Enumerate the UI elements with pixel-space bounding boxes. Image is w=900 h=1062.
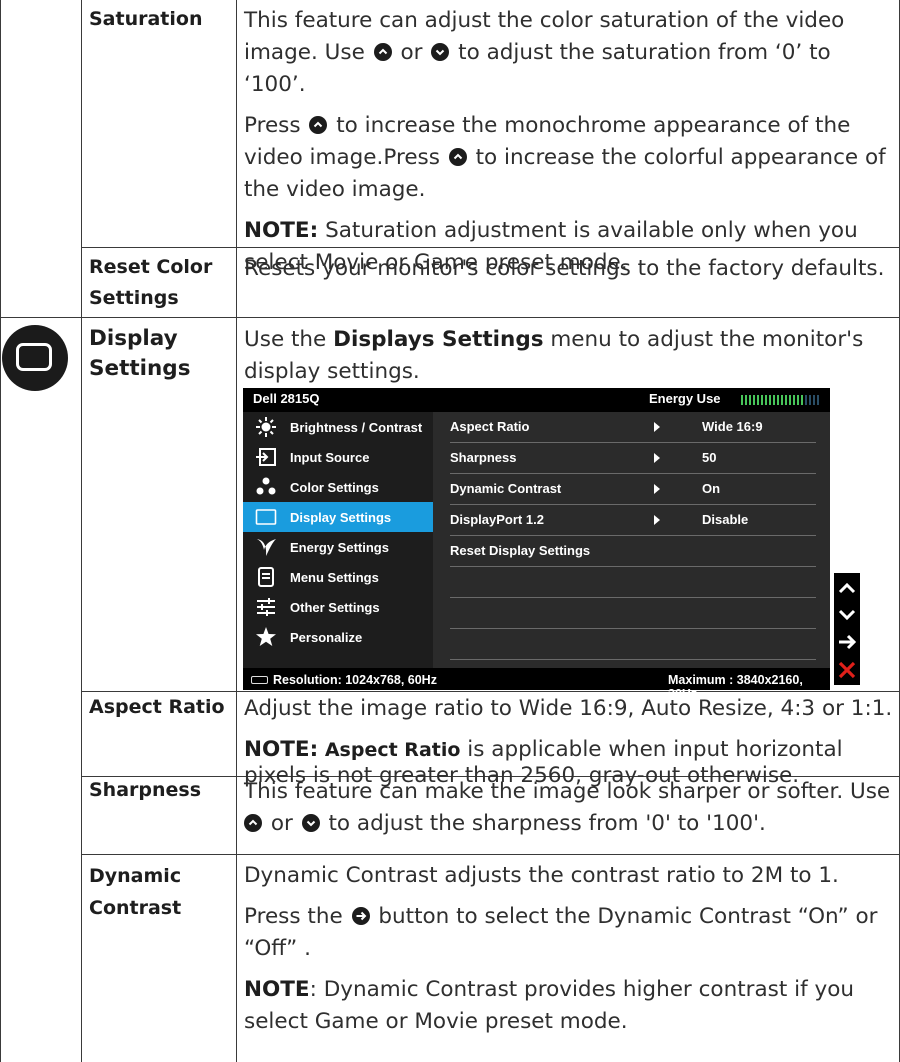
empty-row	[450, 629, 816, 660]
energy-meter-tick	[813, 395, 815, 405]
dynamic-contrast-description: Dynamic Contrast adjusts the contrast ra…	[244, 863, 878, 1034]
display-settings-icon	[2, 325, 68, 391]
energy-meter-tick	[769, 395, 771, 405]
saturation-description: This feature can adjust the color satura…	[244, 8, 886, 275]
energy-meter-tick	[789, 395, 791, 405]
display-icon	[255, 509, 277, 525]
energy-meter-tick	[753, 395, 755, 405]
setting-dynamic-contrast[interactable]: Dynamic Contrast On	[450, 474, 816, 505]
caret-right-icon	[654, 515, 660, 525]
caret-right-icon	[654, 484, 660, 494]
energy-meter-tick	[761, 395, 763, 405]
close-icon[interactable]	[834, 657, 860, 683]
menu-item-input-source[interactable]: Input Source	[243, 442, 433, 472]
setting-reset-display[interactable]: Reset Display Settings	[450, 536, 816, 567]
menu-item-energy-settings[interactable]: Energy Settings	[243, 532, 433, 562]
color-settings-icon	[256, 477, 276, 495]
down-button-icon	[431, 43, 450, 61]
resolution-text: Resolution: 1024x768, 60Hz	[273, 673, 437, 687]
reset-color-description: Resets your monitor's color settings to …	[244, 256, 885, 281]
input-source-icon	[256, 448, 276, 466]
table-border	[81, 0, 82, 1062]
connector-icon	[251, 676, 268, 684]
menu-item-brightness-contrast[interactable]: Brightness / Contrast	[243, 412, 433, 442]
setting-sharpness[interactable]: Sharpness 50	[450, 443, 816, 474]
row-label-saturation: Saturation	[89, 8, 203, 30]
osd-nav-buttons	[834, 573, 860, 685]
row-label-aspect-ratio: Aspect Ratio	[89, 696, 225, 718]
row-divider	[81, 854, 900, 855]
sliders-icon	[257, 598, 275, 616]
menu-item-other-settings[interactable]: Other Settings	[243, 592, 433, 622]
sharpness-description: This feature can make the image look sha…	[244, 779, 891, 836]
osd-title: Dell 2815Q	[253, 391, 320, 406]
row-label-dynamic-contrast: Dynamic Contrast	[89, 865, 182, 919]
energy-use-meter	[741, 395, 823, 405]
up-button-icon	[448, 148, 467, 166]
up-button-icon	[309, 116, 328, 134]
up-icon[interactable]	[834, 575, 860, 601]
right-arrow-icon[interactable]	[834, 629, 860, 655]
up-button-icon	[373, 43, 392, 61]
menu-item-menu-settings[interactable]: Menu Settings	[243, 562, 433, 592]
energy-meter-tick	[809, 395, 811, 405]
leaf-icon	[257, 539, 276, 556]
energy-meter-tick	[749, 395, 751, 405]
setting-displayport[interactable]: DisplayPort 1.2 Disable	[450, 505, 816, 536]
row-label-reset-color-settings: Reset Color Settings	[89, 256, 213, 309]
menu-item-color-settings[interactable]: Color Settings	[243, 472, 433, 502]
energy-meter-tick	[777, 395, 779, 405]
energy-use-label: Energy Use	[649, 391, 721, 406]
caret-right-icon	[654, 422, 660, 432]
menu-icon	[258, 567, 274, 587]
down-button-icon	[301, 814, 320, 832]
caret-right-icon	[654, 453, 660, 463]
up-button-icon	[244, 814, 262, 832]
energy-meter-tick	[741, 395, 743, 405]
energy-meter-tick	[757, 395, 759, 405]
row-label-sharpness: Sharpness	[89, 779, 202, 801]
energy-meter-tick	[797, 395, 799, 405]
display-settings-description: Use the Displays Settings menu to adjust…	[244, 327, 864, 384]
energy-meter-tick	[781, 395, 783, 405]
table-border	[236, 0, 237, 1062]
menu-item-display-settings[interactable]: Display Settings	[243, 502, 433, 532]
osd-main-menu: Brightness / Contrast Input Source Color…	[243, 412, 433, 668]
energy-meter-tick	[745, 395, 747, 405]
empty-row	[450, 598, 816, 629]
row-label-display-settings: Display Settings	[89, 326, 191, 381]
energy-meter-tick	[801, 395, 803, 405]
osd-footer: Resolution: 1024x768, 60Hz Maximum : 384…	[243, 670, 830, 701]
energy-meter-tick	[773, 395, 775, 405]
energy-meter-tick	[805, 395, 807, 405]
osd-menu: Dell 2815Q Energy Use Brightness / Contr…	[243, 388, 830, 701]
manual-page: Saturation This feature can adjust the c…	[0, 0, 900, 1062]
table-border	[0, 0, 1, 1062]
empty-row	[450, 567, 816, 598]
brightness-icon	[256, 417, 276, 437]
osd-title-bar: Dell 2815Q Energy Use	[243, 388, 830, 412]
right-button-icon	[351, 907, 370, 925]
down-icon[interactable]	[834, 602, 860, 628]
energy-meter-tick	[765, 395, 767, 405]
energy-meter-tick	[785, 395, 787, 405]
menu-item-personalize[interactable]: Personalize	[243, 622, 433, 652]
star-icon	[256, 627, 276, 646]
setting-aspect-ratio[interactable]: Aspect Ratio Wide 16:9	[450, 412, 816, 443]
energy-meter-tick	[817, 395, 819, 405]
row-divider	[0, 317, 900, 318]
energy-meter-tick	[793, 395, 795, 405]
